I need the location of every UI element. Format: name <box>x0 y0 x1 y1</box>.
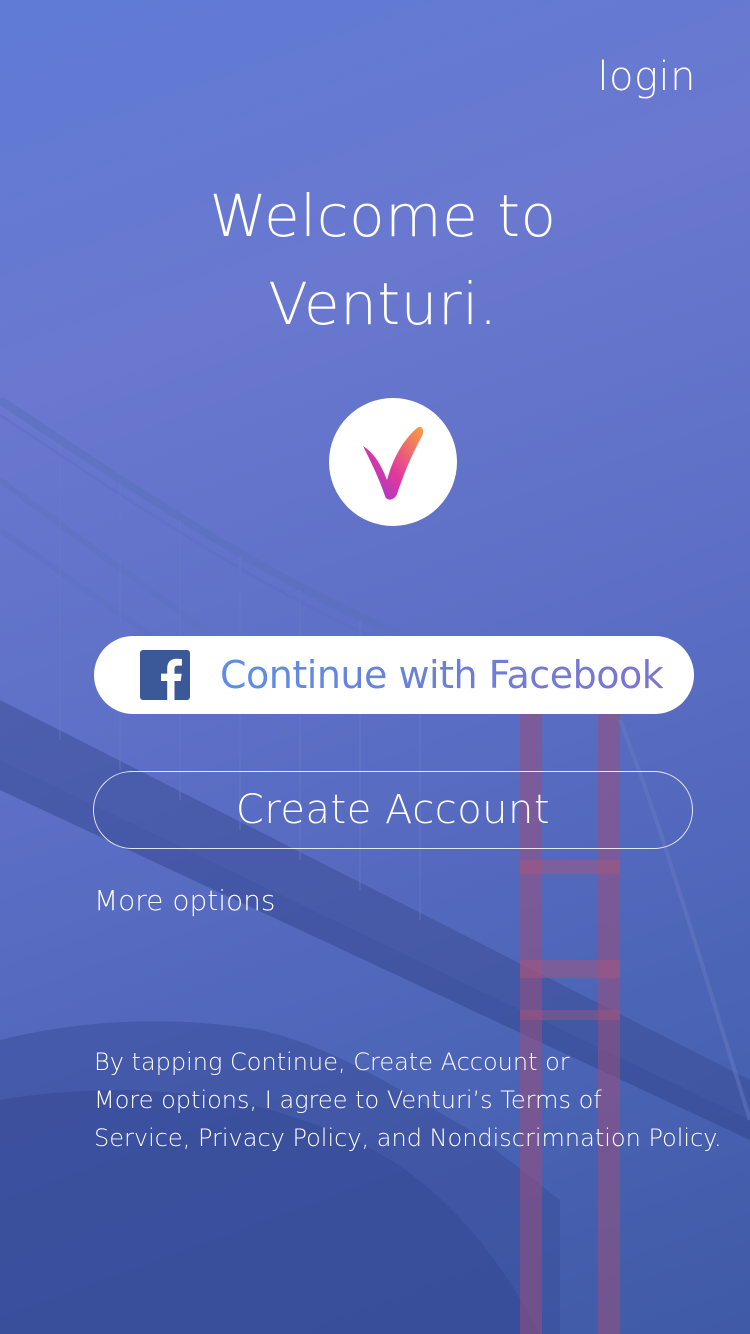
app-logo <box>329 398 457 526</box>
welcome-screen: login Welcome to Venturi. Continue with … <box>0 0 750 1334</box>
facebook-button-label: Continue with Facebook <box>220 653 664 697</box>
welcome-heading: Welcome to Venturi. <box>0 172 750 348</box>
legal-line: Service, Privacy Policy, and Nondiscrimn… <box>94 1124 722 1152</box>
welcome-line-2: Venturi. <box>268 270 498 338</box>
welcome-line-1: Welcome to <box>209 182 557 250</box>
more-options-link[interactable]: More options <box>94 884 275 917</box>
login-link[interactable]: login <box>597 54 696 100</box>
create-account-button[interactable]: Create Account <box>93 771 693 849</box>
continue-with-facebook-button[interactable]: Continue with Facebook <box>94 636 694 714</box>
facebook-logo-icon <box>140 650 190 700</box>
legal-line: More options, I agree to Venturi’s Terms… <box>94 1086 602 1114</box>
legal-disclaimer: By tapping Continue, Create Account or M… <box>94 1043 722 1157</box>
venturi-checkmark-logo-icon <box>363 426 424 500</box>
legal-line: By tapping Continue, Create Account or <box>94 1048 570 1076</box>
